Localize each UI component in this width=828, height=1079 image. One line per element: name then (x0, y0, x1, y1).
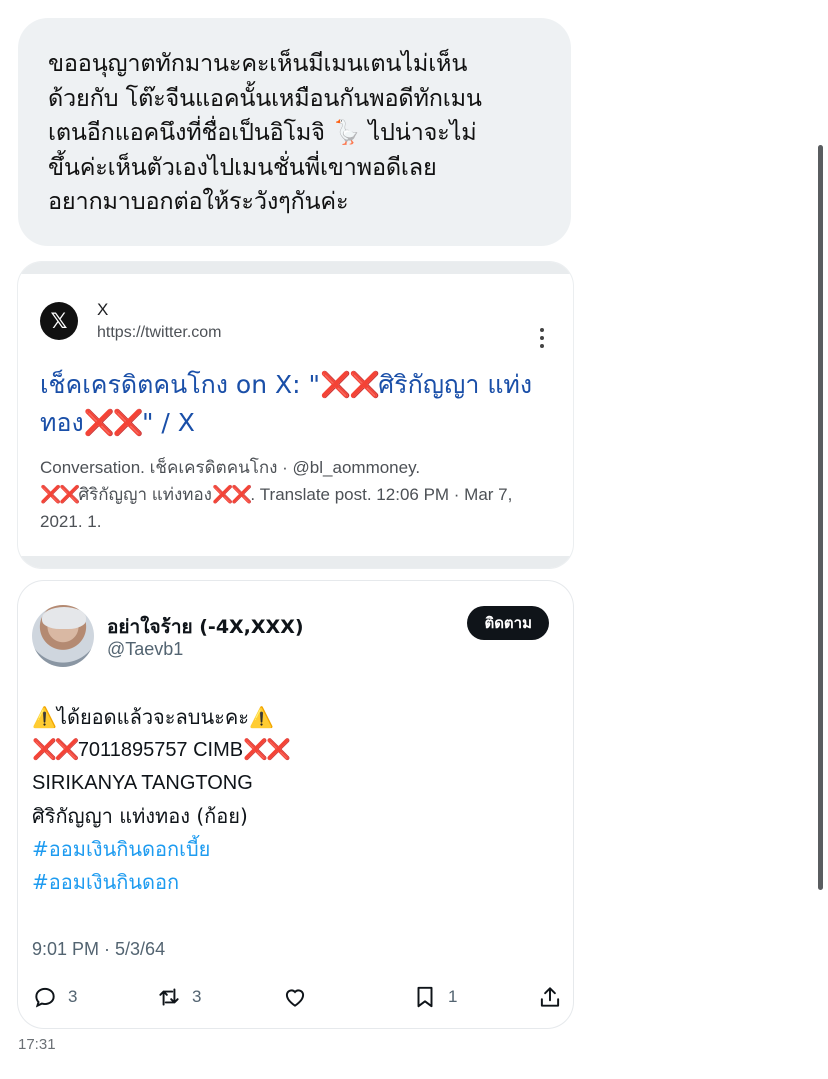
retweet-button[interactable]: 3 (156, 984, 201, 1010)
snippet-text: Conversation. เช็คเครดิตคนโกง · @bl_aomm… (40, 458, 421, 477)
share-button[interactable] (537, 984, 563, 1010)
heart-icon (285, 989, 305, 1007)
snippet-name: ศิริกัญญา แท่งทอง (78, 485, 212, 504)
bookmark-button[interactable]: 1 (412, 984, 457, 1010)
account-number: 7011895757 CIMB (77, 739, 244, 761)
retweet-icon (159, 988, 179, 1006)
warning-icon: ⚠️ (249, 705, 274, 729)
bookmark-icon (417, 986, 433, 1008)
share-icon (540, 987, 560, 1007)
title-text-pre: เช็คเครดิตคนโกง on X: " (40, 370, 321, 399)
message-bubble[interactable]: ขออนุญาตทักมานะคะเห็นมีเมนเตนไม่เห็น ด้ว… (18, 18, 571, 246)
bookmark-count: 1 (448, 987, 458, 1006)
chat-screen: ขออนุญาตทักมานะคะเห็นมีเมนเตนไม่เห็น ด้ว… (0, 0, 828, 1079)
tweet-display-name[interactable]: อย่าใจร้าย (-4X,XXX) (107, 612, 304, 642)
cross-mark-icon: ❌❌ (83, 408, 144, 437)
like-button[interactable] (282, 984, 308, 1010)
card-divider-bottom (18, 556, 573, 568)
link-preview-body: 𝕏 X https://twitter.com เช็คเครดิตคนโกง … (18, 274, 573, 556)
x-logo-icon: 𝕏 (40, 302, 78, 340)
warning-icon: ⚠️ (32, 705, 57, 729)
cross-mark-icon: ❌❌ (32, 739, 80, 761)
account-name-en: SIRIKANYA TANGTONG (32, 772, 253, 794)
link-title[interactable]: เช็คเครดิตคนโกง on X: "❌❌ศิริกัญญา แท่งท… (40, 366, 540, 442)
site-url[interactable]: https://twitter.com (97, 324, 221, 342)
cross-mark-icon: ❌❌ (211, 485, 252, 504)
message-timestamp: 17:31 (18, 1036, 56, 1053)
hashtag-link[interactable]: #ออมเงินกินดอก (32, 866, 552, 899)
follow-button[interactable]: ติดตาม (467, 606, 549, 640)
hashtag-link[interactable]: #ออมเงินกินดอกเบี้ย (32, 833, 552, 866)
link-snippet: Conversation. เช็คเครดิตคนโกง · @bl_aomm… (40, 454, 550, 535)
avatar[interactable] (32, 605, 94, 667)
account-name-th: ศิริกัญญา แท่งทอง (ก้อย) (32, 804, 248, 828)
card-divider-top (18, 262, 573, 274)
tweet-body: ⚠️ได้ยอดแล้วจะลบนะคะ⚠️ ❌❌7011895757 CIMB… (32, 701, 552, 899)
more-options-icon[interactable] (531, 326, 553, 350)
message-text: ขออนุญาตทักมานะคะเห็นมีเมนเตนไม่เห็น ด้ว… (48, 49, 482, 215)
tweet-card[interactable]: อย่าใจร้าย (-4X,XXX) @Taevb1 ติดตาม ⚠️ได… (18, 581, 573, 1028)
link-preview-card[interactable]: 𝕏 X https://twitter.com เช็คเครดิตคนโกง … (18, 262, 573, 568)
site-name: X (97, 300, 109, 319)
reply-icon (35, 987, 55, 1008)
tweet-line: ⚠️ได้ยอดแล้วจะลบนะคะ⚠️ (32, 701, 552, 734)
tweet-text: ได้ยอดแล้วจะลบนะคะ (56, 705, 249, 729)
reply-button[interactable]: 3 (32, 984, 77, 1010)
tweet-timestamp[interactable]: 9:01 PM · 5/3/64 (32, 939, 165, 960)
scrollbar[interactable] (818, 145, 823, 890)
reply-count: 3 (68, 987, 78, 1006)
title-text-post: " / X (141, 408, 195, 437)
tweet-actions: 3 3 1 (32, 984, 562, 1014)
cross-mark-icon: ❌❌ (40, 485, 80, 504)
cross-mark-icon: ❌❌ (320, 370, 380, 399)
tweet-line: ❌❌7011895757 CIMB❌❌ (32, 734, 552, 767)
retweet-count: 3 (192, 987, 202, 1006)
tweet-handle[interactable]: @Taevb1 (107, 639, 183, 660)
cross-mark-icon: ❌❌ (243, 739, 291, 761)
